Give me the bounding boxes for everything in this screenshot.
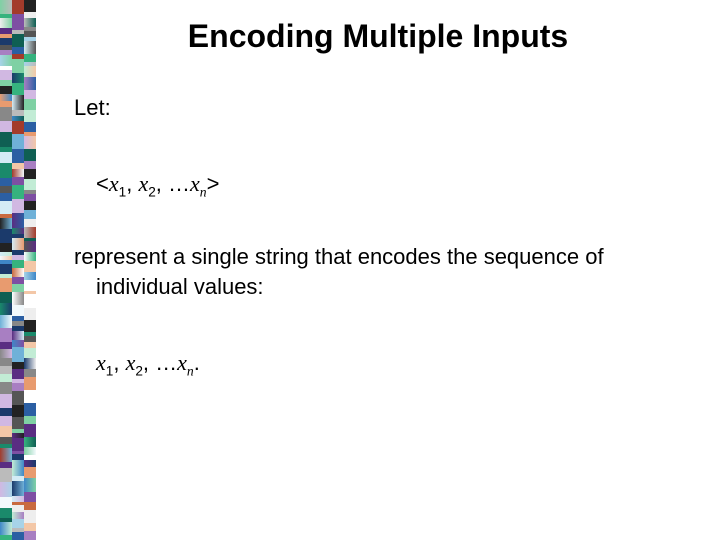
represent-line-2: individual values:: [96, 272, 700, 302]
slide-content: Encoding Multiple Inputs Let: <x1, x2, ……: [36, 0, 720, 540]
let-label: Let:: [74, 93, 700, 123]
tuple-ellipsis: , …: [156, 171, 190, 196]
represent-text: represent a single string that encodes t…: [74, 242, 700, 301]
slide-title: Encoding Multiple Inputs: [36, 18, 720, 55]
tuple-var-1: x: [109, 171, 119, 196]
tuple-expression: <x1, x2, …xn>: [96, 169, 700, 199]
tuple-sub-2: 2: [148, 184, 156, 199]
seq-var-n: x: [177, 350, 187, 375]
represent-line-1: represent a single string that encodes t…: [74, 244, 604, 269]
decorative-sidebar: [0, 0, 36, 540]
tuple-sep-1: ,: [126, 171, 138, 196]
seq-sub-2: 2: [135, 363, 143, 378]
tuple-sub-n: n: [200, 184, 207, 199]
seq-period: .: [194, 350, 200, 375]
tuple-open: <: [96, 171, 109, 196]
tuple-var-2: x: [138, 171, 148, 196]
sequence-expression: x1, x2, …xn.: [96, 348, 700, 378]
seq-sub-n: n: [187, 363, 194, 378]
seq-var-2: x: [126, 350, 136, 375]
tuple-close: >: [207, 171, 220, 196]
seq-ellipsis: , …: [143, 350, 177, 375]
seq-var-1: x: [96, 350, 106, 375]
seq-sep-1: ,: [113, 350, 125, 375]
tuple-var-n: x: [190, 171, 200, 196]
